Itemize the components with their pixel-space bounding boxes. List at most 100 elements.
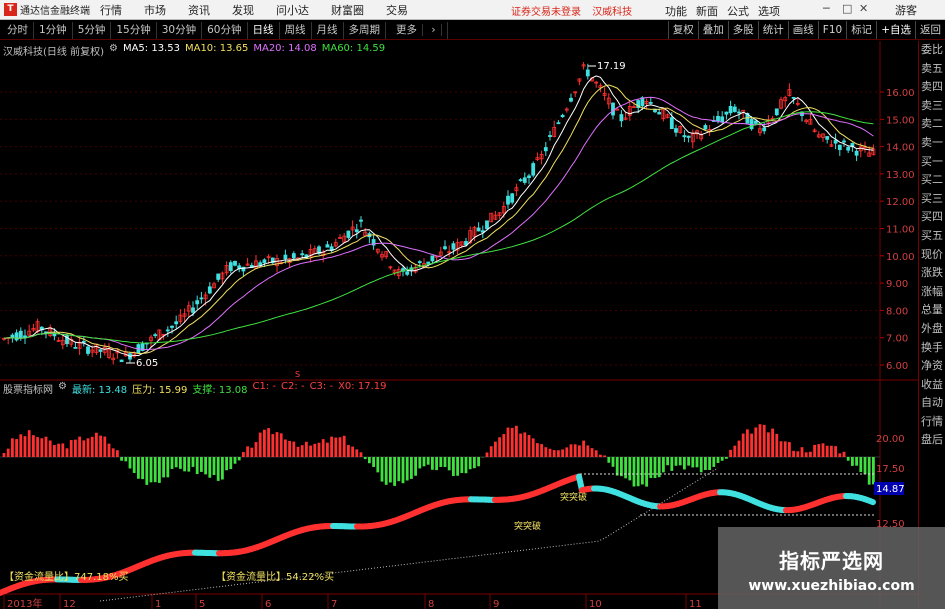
- candle-body: [291, 253, 296, 259]
- side-panel-item[interactable]: 买五: [919, 227, 945, 246]
- menu-item[interactable]: 新面: [696, 3, 718, 19]
- tab-daily[interactable]: 日线: [248, 21, 280, 39]
- chart-area[interactable]: 16.0015.0014.0013.0012.0011.0010.009.008…: [0, 41, 918, 609]
- side-panel-item[interactable]: 卖二: [919, 115, 945, 134]
- candle-body: [682, 135, 687, 138]
- side-panel-item[interactable]: 卖三: [919, 97, 945, 116]
- tab-60min[interactable]: 60分钟: [202, 21, 248, 39]
- indicator-bar: [389, 457, 392, 483]
- settings-icon[interactable]: ⚙: [58, 381, 67, 396]
- restore-rights-button[interactable]: 复权: [667, 21, 698, 39]
- menu-item[interactable]: 功能: [665, 3, 687, 19]
- indicator-bar: [783, 441, 787, 457]
- restore-icon[interactable]: □: [842, 2, 852, 15]
- side-panel-item[interactable]: 卖一: [919, 134, 945, 153]
- indicator-bar: [422, 457, 426, 467]
- side-panel-item[interactable]: 现价: [919, 246, 945, 265]
- indicator-bar: [867, 457, 871, 485]
- indicator-bar: [557, 450, 560, 457]
- candle-body: [703, 125, 708, 130]
- guest-label[interactable]: 游客: [895, 2, 917, 18]
- menu-item[interactable]: 问小达: [276, 2, 309, 18]
- menu-item[interactable]: 财富圈: [331, 2, 364, 18]
- login-notice[interactable]: 证券交易未登录: [511, 7, 581, 18]
- c1-label: C1: -: [252, 381, 277, 392]
- period-toolbar: 分时 1分钟 5分钟 15分钟 30分钟 60分钟 日线 周线 月线 多周期 更…: [0, 21, 945, 40]
- menu-item[interactable]: 市场: [144, 2, 166, 18]
- menu-item[interactable]: 选项: [758, 3, 780, 19]
- side-panel-item[interactable]: 总量: [919, 301, 945, 320]
- tab-5min[interactable]: 5分钟: [73, 21, 112, 39]
- f10-button[interactable]: F10: [817, 21, 846, 39]
- side-panel-item[interactable]: 卖五: [919, 60, 945, 79]
- add-watchlist-button[interactable]: +自选: [876, 21, 915, 39]
- indicator-bar: [699, 457, 703, 473]
- indicator-bar: [426, 457, 430, 465]
- side-panel-item[interactable]: 买三: [919, 190, 945, 209]
- draw-line-button[interactable]: 画线: [787, 21, 818, 39]
- time-tick-label: 2013年: [7, 597, 42, 609]
- trading-terminal: T 通达信金融终端 行情 市场 资讯 发现 问小达 财富圈 交易 证券交易未登录…: [0, 0, 945, 609]
- minimize-icon[interactable]: ─: [823, 2, 830, 15]
- tab-fenshi[interactable]: 分时: [2, 21, 34, 39]
- statistics-button[interactable]: 统计: [757, 21, 788, 39]
- menu-item[interactable]: 行情: [100, 2, 122, 18]
- latest-label: 最新: 13.48: [71, 385, 128, 396]
- multi-stock-button[interactable]: 多股: [727, 21, 758, 39]
- side-panel-item[interactable]: 换手: [919, 339, 945, 358]
- tab-15min[interactable]: 15分钟: [111, 21, 157, 39]
- tab-more[interactable]: 更多 ›: [386, 21, 448, 39]
- indicator-bar: [393, 457, 396, 486]
- overlay-button[interactable]: 叠加: [697, 21, 728, 39]
- side-panel-item[interactable]: 涨幅: [919, 283, 945, 302]
- indicator-bar: [809, 451, 812, 457]
- side-panel-item[interactable]: 外盘: [919, 320, 945, 339]
- candle-body: [18, 330, 23, 338]
- c2-label: C2: -: [281, 381, 305, 392]
- time-tick-label: 9: [493, 599, 499, 609]
- menu-item[interactable]: 交易: [386, 2, 408, 18]
- tab-monthly[interactable]: 月线: [312, 21, 344, 39]
- indicator-name[interactable]: 股票指标网: [3, 381, 53, 396]
- close-icon[interactable]: ✕: [859, 2, 868, 15]
- side-panel-item[interactable]: 买四: [919, 208, 945, 227]
- indicator-bar: [120, 457, 123, 461]
- side-panel-item[interactable]: 卖四: [919, 78, 945, 97]
- side-panel-item[interactable]: 自动: [919, 394, 945, 413]
- indicator-bar: [599, 454, 602, 457]
- mark-button[interactable]: 标记: [846, 21, 876, 39]
- indicator-bar: [267, 428, 270, 457]
- indicator-bar: [179, 457, 182, 469]
- candle-body: [476, 227, 481, 232]
- side-panel-item[interactable]: 收益: [919, 376, 945, 395]
- indicator-bar: [800, 447, 804, 457]
- menu-item[interactable]: 资讯: [188, 2, 210, 18]
- indicator-bar: [40, 438, 44, 457]
- side-panel-item[interactable]: 净资: [919, 357, 945, 376]
- indicator-bar: [141, 457, 144, 480]
- indicator-bar: [838, 453, 842, 457]
- tab-multi-period[interactable]: 多周期: [344, 21, 386, 39]
- indicator-bar: [107, 443, 111, 457]
- settings-icon[interactable]: ⚙: [109, 43, 118, 58]
- side-panel-item[interactable]: 行情: [919, 413, 945, 432]
- menu-item[interactable]: 公式: [727, 3, 749, 19]
- side-panel-item[interactable]: 买一: [919, 153, 945, 172]
- tab-30min[interactable]: 30分钟: [157, 21, 203, 39]
- tab-weekly[interactable]: 周线: [280, 21, 312, 39]
- side-panel-item[interactable]: 买二: [919, 171, 945, 190]
- back-button[interactable]: 返回: [915, 21, 945, 39]
- indicator-bar: [510, 427, 514, 457]
- side-panel-item[interactable]: 涨跌: [919, 264, 945, 283]
- indicator-bar: [464, 457, 468, 474]
- indicator-bar: [145, 457, 149, 485]
- app-name: 通达信金融终端: [20, 6, 90, 17]
- candle-body: [560, 114, 565, 118]
- indicator-bar: [527, 435, 531, 457]
- menu-item[interactable]: 发现: [232, 2, 254, 18]
- tab-1min[interactable]: 1分钟: [34, 21, 73, 39]
- indicator-bar: [603, 455, 606, 457]
- side-panel-item[interactable]: 委比: [919, 41, 945, 60]
- side-panel-item[interactable]: 盘后: [919, 431, 945, 450]
- candle-body: [749, 118, 754, 130]
